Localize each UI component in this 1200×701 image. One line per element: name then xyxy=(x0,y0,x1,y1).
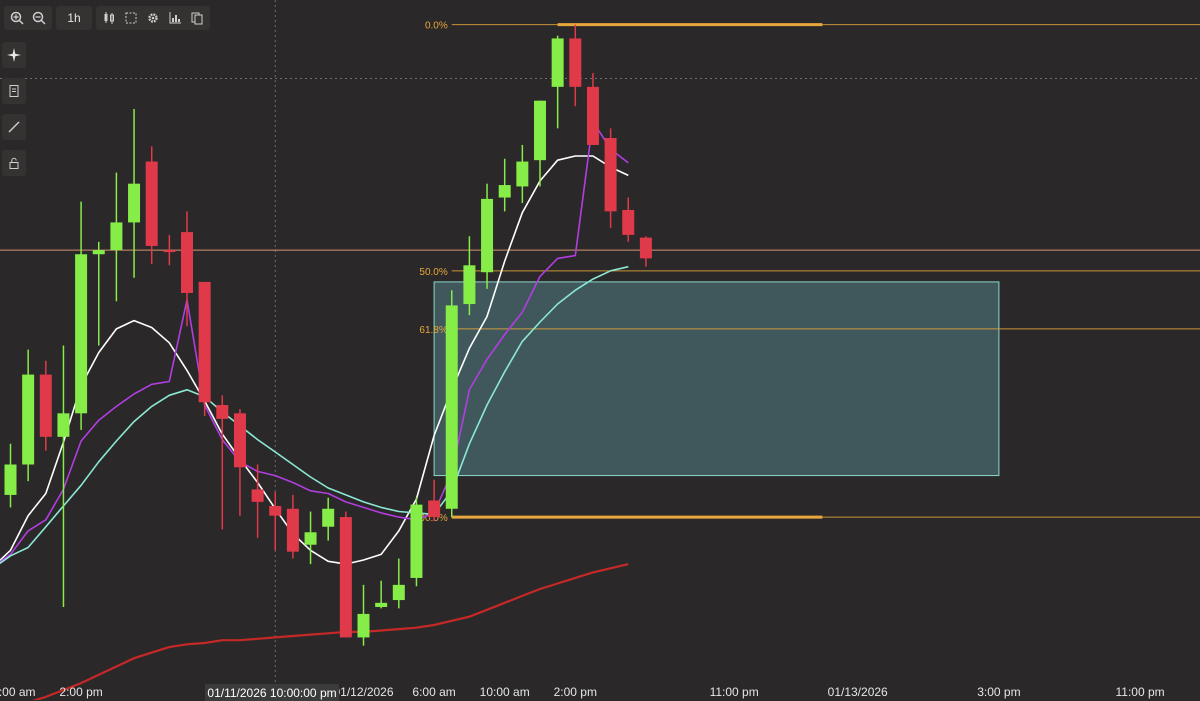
candle-body xyxy=(622,209,635,235)
candle-body xyxy=(357,613,370,638)
candle-body xyxy=(463,265,476,305)
candles-icon[interactable] xyxy=(99,8,119,28)
candle-body xyxy=(551,38,564,87)
candle-body xyxy=(534,100,546,161)
candle-body xyxy=(481,198,494,273)
lock-icon[interactable] xyxy=(2,150,26,176)
x-axis-tick-label: 2:00 pm xyxy=(554,685,597,699)
candle-body xyxy=(251,489,264,502)
candle-body xyxy=(128,183,141,223)
zoom-group xyxy=(4,6,52,30)
interval-group: 1h xyxy=(56,6,92,30)
layout-icon[interactable] xyxy=(187,8,207,28)
settings-icon[interactable] xyxy=(143,8,163,28)
candle-body xyxy=(639,237,652,259)
x-axis-tick-label: 01/12/2026 xyxy=(333,685,393,699)
x-axis-tick-label: 10:00 am xyxy=(480,685,530,699)
fib-level-label: 61.8% xyxy=(419,325,447,336)
drawing-sidebar xyxy=(2,42,26,176)
candle-body xyxy=(233,413,246,468)
indicators-icon[interactable] xyxy=(165,8,185,28)
crosshair-time-label: 01/11/2026 10:00:00 pm xyxy=(205,684,339,701)
candle-body xyxy=(110,222,123,251)
candle-body xyxy=(516,161,529,187)
candle-body xyxy=(57,413,70,437)
candle-body xyxy=(375,602,388,607)
candle-body xyxy=(92,250,105,255)
zone-rectangle xyxy=(433,281,1000,477)
interval-selector[interactable]: 1h xyxy=(59,8,89,28)
moving-average-line xyxy=(32,563,629,700)
zoom-in-icon[interactable] xyxy=(7,8,27,28)
candle-body xyxy=(498,185,511,198)
candle-body xyxy=(322,508,335,527)
chart-toolbar: 1h xyxy=(4,6,210,30)
x-axis-tick-label: 01/13/2026 xyxy=(828,685,888,699)
candle-body xyxy=(163,250,176,253)
fib-level-label: 50.0% xyxy=(419,267,447,278)
candle-body xyxy=(22,374,35,465)
candle-body xyxy=(145,161,158,246)
candle-body xyxy=(4,464,17,495)
x-axis-tick-label: 11:00 pm xyxy=(710,685,759,699)
tools-group xyxy=(96,6,210,30)
candle-body xyxy=(269,506,282,516)
x-axis-tick-label: 2:00 pm xyxy=(59,685,102,699)
candle-body xyxy=(392,584,405,601)
candle-body xyxy=(445,305,458,509)
x-axis-tick-label: 11:00 pm xyxy=(1116,685,1165,699)
crosshair-icon[interactable] xyxy=(2,42,26,68)
candle-body xyxy=(428,500,441,518)
candle-body xyxy=(216,405,229,419)
candle-body xyxy=(286,508,299,552)
candle-body xyxy=(410,504,423,578)
candle-body xyxy=(569,38,582,87)
select-icon[interactable] xyxy=(121,8,141,28)
line-tool-icon[interactable] xyxy=(2,114,26,140)
candle-body xyxy=(198,281,211,403)
candle-body xyxy=(339,517,352,638)
candle-body xyxy=(75,254,88,414)
document-icon[interactable] xyxy=(2,78,26,104)
zoom-out-icon[interactable] xyxy=(29,8,49,28)
candle-body xyxy=(586,86,599,145)
candle-body xyxy=(181,232,193,293)
candle-body xyxy=(39,374,52,437)
x-axis-tick-label: 10:00 am xyxy=(0,685,36,699)
x-axis-tick-label: 6:00 am xyxy=(412,685,455,699)
fib-level-label: 0.0% xyxy=(425,21,448,32)
chart-canvas[interactable]: 0.0%50.0%61.8%100.0%01/09/202610:00 am2:… xyxy=(0,0,1200,700)
candle-body xyxy=(604,138,617,212)
candle-body xyxy=(304,532,317,545)
x-axis-tick-label: 3:00 pm xyxy=(977,685,1020,699)
